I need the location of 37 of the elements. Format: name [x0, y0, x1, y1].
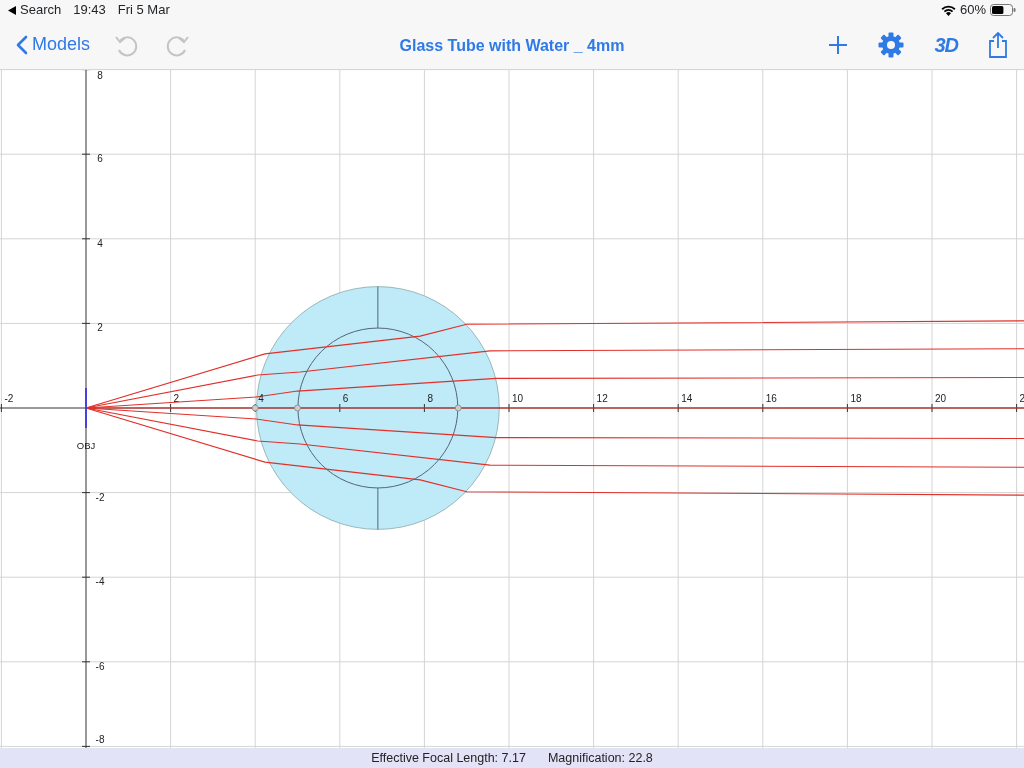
- document-title: Glass Tube with Water _ 4mm: [399, 37, 625, 54]
- y-tick-label: 4: [97, 237, 103, 249]
- x-tick-label: 10: [512, 393, 524, 404]
- x-tick-label: 14: [681, 393, 693, 404]
- x-tick-label: 18: [850, 393, 862, 404]
- y-tick-label: -2: [95, 491, 105, 503]
- x-tick-label: -2: [4, 393, 14, 404]
- y-tick-label: 2: [97, 322, 103, 334]
- battery-percentage: 60%: [959, 1, 986, 20]
- y-tick-label: -4: [95, 576, 105, 588]
- x-tick-label: 8: [427, 393, 433, 404]
- battery-icon: [990, 4, 1016, 16]
- x-tick-label: 2: [1019, 393, 1024, 404]
- y-tick-label: -6: [95, 660, 105, 672]
- y-tick-label: -8: [95, 734, 105, 746]
- settings-icon[interactable]: [878, 31, 905, 58]
- y-tick-label: 6: [97, 153, 103, 165]
- focal-length-readout: Effective Focal Length: 7.17: [371, 749, 526, 767]
- back-triangle-icon: [8, 5, 16, 15]
- magnification-readout: Magnification: 22.8: [547, 749, 653, 767]
- object-marker[interactable]: [85, 387, 87, 429]
- status-time: 19:43: [73, 1, 106, 20]
- back-chevron-icon: [16, 34, 28, 55]
- share-icon[interactable]: [988, 31, 1008, 58]
- back-button[interactable]: Models: [16, 31, 91, 58]
- object-label: OBJ: [76, 440, 96, 451]
- x-tick-label: 20: [935, 393, 947, 404]
- x-tick-label: 16: [765, 393, 777, 404]
- status-date: Fri 5 Mar: [117, 1, 170, 20]
- add-icon[interactable]: [828, 34, 849, 55]
- back-app-label[interactable]: Search: [20, 0, 62, 20]
- y-tick-label: 8: [97, 70, 103, 81]
- x-tick-label: 2: [173, 393, 180, 404]
- x-tick-label: 6: [342, 393, 349, 404]
- wifi-icon: [940, 4, 956, 16]
- view-3d-button[interactable]: 3D: [934, 29, 958, 60]
- x-tick-label: 12: [596, 393, 608, 404]
